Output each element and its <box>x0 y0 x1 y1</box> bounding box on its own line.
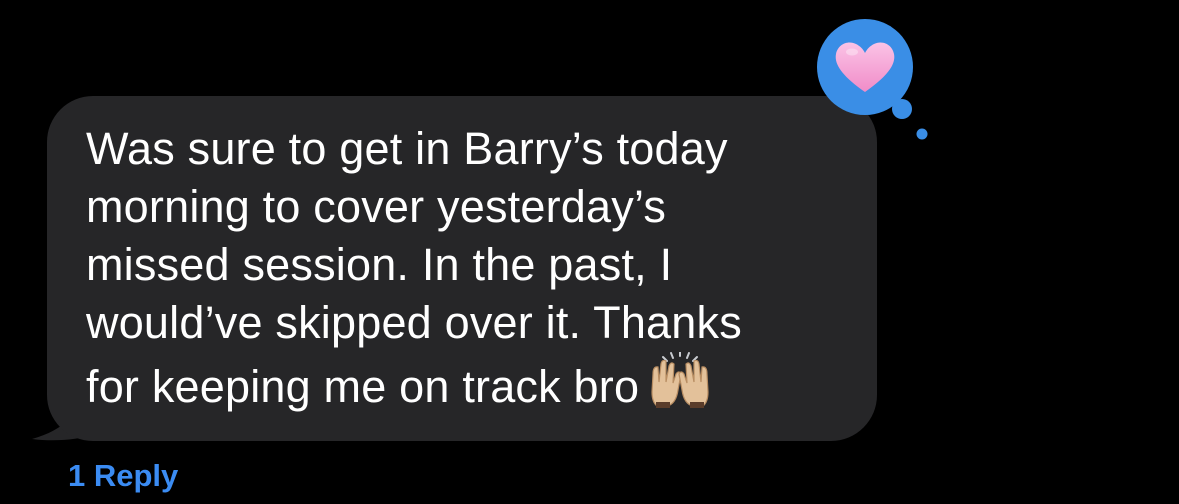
message-line: morning to cover yesterday’s <box>86 181 667 232</box>
message-line-with-emoji: for keeping me on track bro <box>86 352 846 416</box>
message-line: Was sure to get in Barry’s today <box>86 123 728 174</box>
message-line: missed session. In the past, I <box>86 239 673 290</box>
message-line: for keeping me on track bro <box>86 361 640 412</box>
message-line: would’ve skipped over it. Thanks <box>86 297 742 348</box>
raising-hands-icon <box>651 352 709 408</box>
tapback-heart-reaction[interactable] <box>812 14 936 142</box>
reply-count-link[interactable]: 1 Reply <box>68 456 178 496</box>
message-text: Was sure to get in Barry’s today morning… <box>86 120 846 416</box>
